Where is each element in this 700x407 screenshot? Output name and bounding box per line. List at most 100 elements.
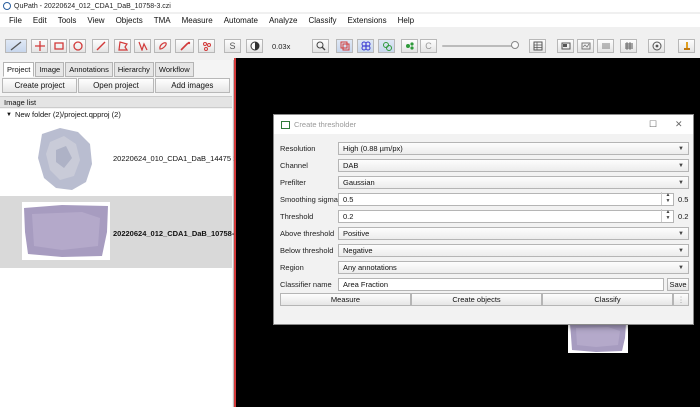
above-threshold-row: Above threshold Positive ▼ — [280, 226, 689, 240]
image-tree: ▼ New folder (2)/project.qpproj (2) 2022… — [0, 109, 241, 407]
polyline-icon[interactable] — [134, 39, 151, 53]
contrast-icon[interactable] — [246, 39, 263, 53]
rectangle-icon[interactable] — [50, 39, 67, 53]
maximize-icon[interactable]: ☐ — [649, 119, 657, 130]
tab-image[interactable]: Image — [35, 62, 65, 77]
create-project-button[interactable]: Create project — [2, 78, 78, 93]
image-name: 20220624_012_CDA1_DaB_10758-3. — [113, 229, 241, 238]
create-thresholder-dialog: Create thresholder ☐ ✕ Resolution High (… — [273, 114, 694, 325]
open-project-button[interactable]: Open project — [78, 78, 154, 93]
zoom-level: 0.03x — [272, 42, 291, 51]
close-icon[interactable]: ✕ — [675, 119, 683, 130]
show-classes-icon[interactable]: C — [420, 39, 437, 53]
prefilter-label: Prefilter — [280, 177, 306, 187]
line-icon[interactable] — [92, 39, 109, 53]
window-title: QuPath - 20220624_012_CDA1_DaB_10758-3.c… — [14, 2, 171, 10]
show-grid-icon[interactable] — [620, 39, 637, 53]
tab-hierarchy[interactable]: Hierarchy — [113, 62, 154, 77]
menu-objects[interactable]: Objects — [110, 16, 148, 25]
classifier-name-input[interactable]: Area Fraction — [338, 277, 664, 291]
tab-project[interactable]: Project — [3, 62, 35, 77]
tab-annotations[interactable]: Annotations — [65, 62, 113, 77]
menu-tma[interactable]: TMA — [148, 16, 176, 25]
menu-edit[interactable]: Edit — [27, 16, 52, 25]
smoothing-sigma-row: Smoothing sigma 0.5 ▲ ▼ 0.5 — [280, 192, 689, 206]
add-images-button[interactable]: Add images — [154, 78, 230, 93]
project-folder[interactable]: ▼ New folder (2)/project.qpproj (2) — [6, 110, 121, 119]
expand-arrow-icon[interactable]: ▼ — [6, 112, 12, 118]
classify-button[interactable]: Classify — [542, 293, 673, 306]
menu-file[interactable]: File — [0, 16, 27, 25]
points-icon[interactable] — [198, 39, 215, 53]
classifier-name-row: Classifier name Area Fraction Save — [280, 277, 689, 291]
fill-detections-icon[interactable] — [401, 39, 418, 53]
chevron-down-icon: ▼ — [678, 145, 684, 152]
tab-workflow[interactable]: Workflow — [154, 62, 194, 77]
ellipse-icon[interactable] — [69, 39, 86, 53]
resolution-label: Resolution — [280, 143, 316, 153]
polygon-icon[interactable] — [114, 39, 131, 53]
channel-row: Channel DAB ▼ — [280, 158, 689, 172]
image-name: 20220624_010_CDA1_DaB_14475 1- — [113, 154, 240, 163]
threshold-value: 0.2 — [678, 211, 689, 221]
brush-icon[interactable] — [154, 39, 171, 53]
show-detections-icon[interactable] — [378, 39, 395, 53]
region-row: Region Any annotations ▼ — [280, 260, 689, 274]
chevron-down-icon: ▼ — [678, 264, 684, 271]
image-list-header: Image list — [0, 96, 232, 108]
log-icon[interactable] — [648, 39, 665, 53]
above-threshold-select[interactable]: Positive ▼ — [338, 226, 689, 240]
more-options-button[interactable]: ⋮ — [673, 293, 689, 306]
preferences-icon[interactable] — [678, 39, 695, 53]
threshold-stepper[interactable]: ▲ ▼ — [661, 209, 674, 222]
dialog-window-icon — [281, 120, 290, 129]
resolution-select[interactable]: High (0.88 µm/px) ▼ — [338, 141, 689, 155]
show-tma-grid-icon[interactable] — [357, 39, 374, 53]
smoothing-sigma-input[interactable]: 0.5 — [338, 192, 674, 206]
save-button[interactable]: Save — [667, 277, 689, 291]
qupath-logo-icon — [3, 2, 11, 10]
grid-icon[interactable] — [529, 39, 546, 53]
menu-measure[interactable]: Measure — [176, 16, 218, 25]
channel-select[interactable]: DAB ▼ — [338, 158, 689, 172]
threshold-input[interactable]: 0.2 — [338, 209, 674, 223]
selection-mode-icon[interactable]: S — [224, 39, 241, 53]
overview-icon[interactable] — [557, 39, 574, 53]
measure-button[interactable]: Measure — [280, 293, 411, 306]
zoom-to-fit-icon[interactable] — [312, 39, 329, 53]
image-thumbnail — [22, 202, 110, 260]
image-thumbnail — [34, 124, 98, 194]
project-buttons: Create project Open project Add images — [2, 78, 231, 93]
menu-view[interactable]: View — [82, 16, 110, 25]
cell-boundaries-icon[interactable] — [597, 39, 614, 53]
menu-classify[interactable]: Classify — [303, 16, 342, 25]
below-threshold-row: Below threshold Negative ▼ — [280, 243, 689, 257]
above-threshold-label: Above threshold — [280, 228, 335, 238]
region-label: Region — [280, 262, 304, 272]
menu-analyze[interactable]: Analyze — [263, 16, 302, 25]
sigma-stepper[interactable]: ▲ ▼ — [661, 192, 674, 205]
region-select[interactable]: Any annotations ▼ — [338, 260, 689, 274]
pixel-classification-icon[interactable] — [577, 39, 594, 53]
show-annotations-icon[interactable] — [336, 39, 353, 53]
prefilter-select[interactable]: Gaussian ▼ — [338, 175, 689, 189]
image-list-item-selected[interactable]: 20220624_012_CDA1_DaB_10758-3. — [0, 196, 241, 268]
wand-icon[interactable] — [175, 39, 194, 53]
project-panel: Project Image Annotations Hierarchy Work… — [0, 60, 241, 407]
menu-extensions[interactable]: Extensions — [342, 16, 392, 25]
menu-tools[interactable]: Tools — [52, 16, 82, 25]
create-objects-button[interactable]: Create objects — [411, 293, 542, 306]
opacity-slider-knob[interactable] — [511, 41, 519, 49]
chevron-down-icon: ▼ — [678, 162, 684, 169]
move-icon[interactable] — [31, 39, 48, 53]
image-list-item[interactable]: 20220624_010_CDA1_DaB_14475 1- — [0, 121, 240, 194]
measure-icon[interactable] — [5, 39, 27, 53]
toolbar: S 0.03x C — [0, 37, 700, 57]
menu-bar: File Edit Tools View Objects TMA Measure… — [0, 14, 700, 27]
window-title-bar: QuPath - 20220624_012_CDA1_DaB_10758-3.c… — [0, 0, 700, 12]
menu-help[interactable]: Help — [392, 16, 419, 25]
chevron-down-icon: ▼ — [678, 179, 684, 186]
opacity-slider[interactable] — [442, 45, 518, 47]
below-threshold-select[interactable]: Negative ▼ — [338, 243, 689, 257]
menu-automate[interactable]: Automate — [218, 16, 263, 25]
